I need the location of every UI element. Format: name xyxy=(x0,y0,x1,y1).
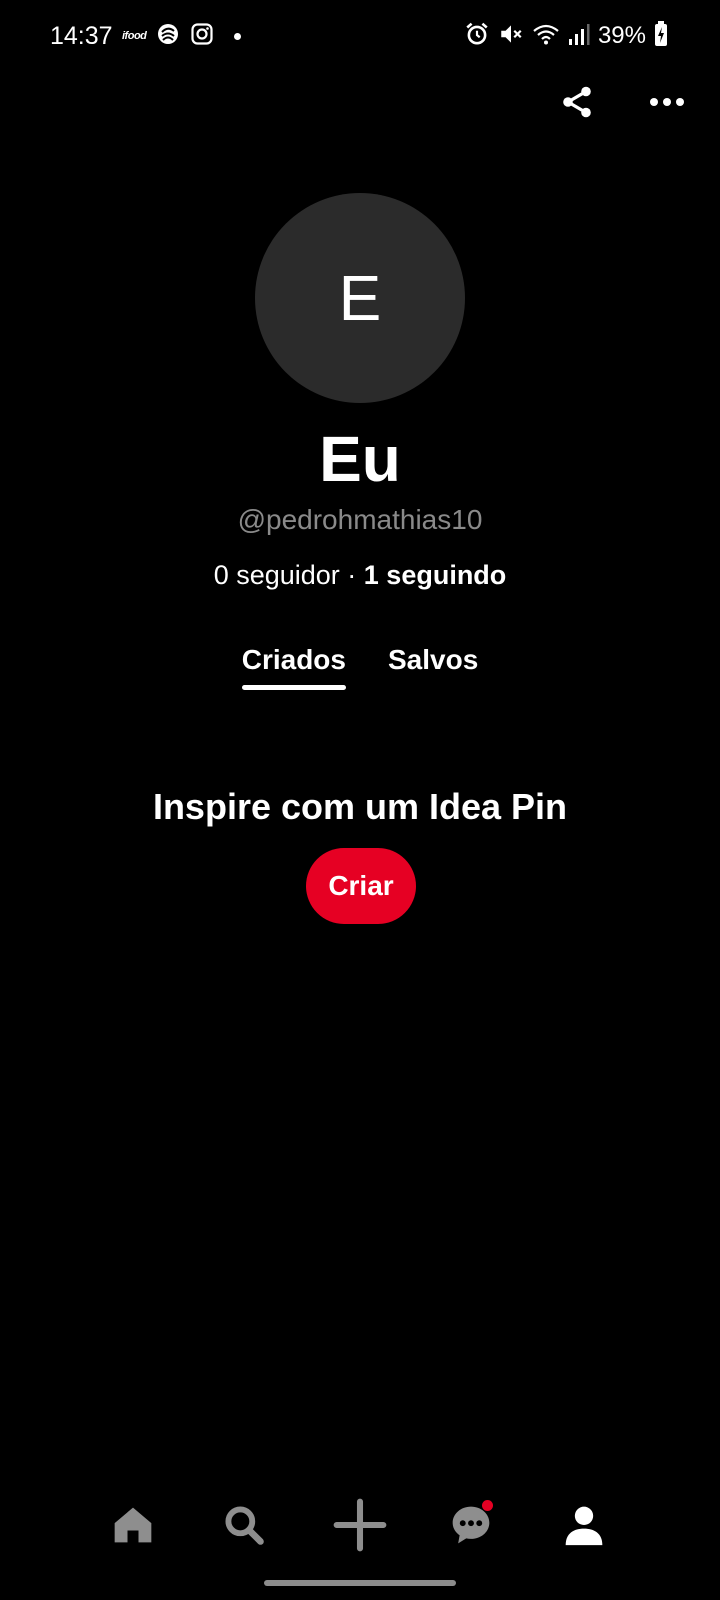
stats-separator: · xyxy=(339,560,364,590)
avatar-letter: E xyxy=(338,262,382,334)
profile-screen: 14:37 ifood 39% E Eu @pedrohmathias10 0 … xyxy=(0,0,720,1600)
tab-criados[interactable]: Criados xyxy=(241,644,347,690)
signal-icon xyxy=(568,22,590,51)
following-count[interactable]: 1 seguindo xyxy=(364,560,507,590)
nav-messages[interactable] xyxy=(441,1490,501,1560)
alarm-icon xyxy=(464,21,490,52)
pinterest-like-icon xyxy=(156,22,180,51)
followers-count[interactable]: 0 seguidor xyxy=(214,560,340,590)
nav-home[interactable] xyxy=(103,1490,163,1560)
instagram-icon xyxy=(190,22,214,51)
messages-badge xyxy=(482,1500,493,1511)
top-action-bar xyxy=(0,72,720,128)
status-right-icons: 39% xyxy=(464,20,668,52)
battery-percent: 39% xyxy=(597,22,646,49)
avatar[interactable]: E xyxy=(255,193,465,403)
status-left-icons: ifood xyxy=(122,22,242,51)
status-time: 14:37 xyxy=(50,22,113,50)
ifood-icon: ifood xyxy=(122,30,147,42)
status-bar: 14:37 ifood 39% xyxy=(0,0,720,72)
plus-icon xyxy=(333,1498,387,1552)
more-options-button[interactable] xyxy=(645,80,689,124)
profile-stats: 0 seguidor · 1 seguindo xyxy=(0,560,720,591)
share-icon xyxy=(563,86,591,118)
nav-search[interactable] xyxy=(214,1490,274,1560)
home-indicator[interactable] xyxy=(264,1580,456,1586)
empty-state-title: Inspire com um Idea Pin xyxy=(152,786,568,827)
search-icon xyxy=(225,1506,264,1545)
battery-charging-icon xyxy=(654,20,668,52)
notification-dot xyxy=(234,32,242,40)
share-button[interactable] xyxy=(555,80,599,124)
bottom-navigation xyxy=(0,1490,720,1570)
create-button[interactable]: Criar xyxy=(306,848,416,924)
nav-profile[interactable] xyxy=(554,1490,614,1560)
tab-salvos[interactable]: Salvos xyxy=(388,644,478,690)
wifi-icon xyxy=(532,21,560,52)
home-icon xyxy=(114,1507,152,1543)
profile-name: Eu xyxy=(319,423,401,495)
nav-create[interactable] xyxy=(330,1490,390,1560)
profile-tabs: Criados Salvos xyxy=(0,644,720,690)
mute-icon xyxy=(498,21,524,52)
profile-icon xyxy=(565,1506,603,1546)
more-horizontal-icon xyxy=(650,98,684,106)
profile-handle: @pedrohmathias10 xyxy=(237,504,483,535)
